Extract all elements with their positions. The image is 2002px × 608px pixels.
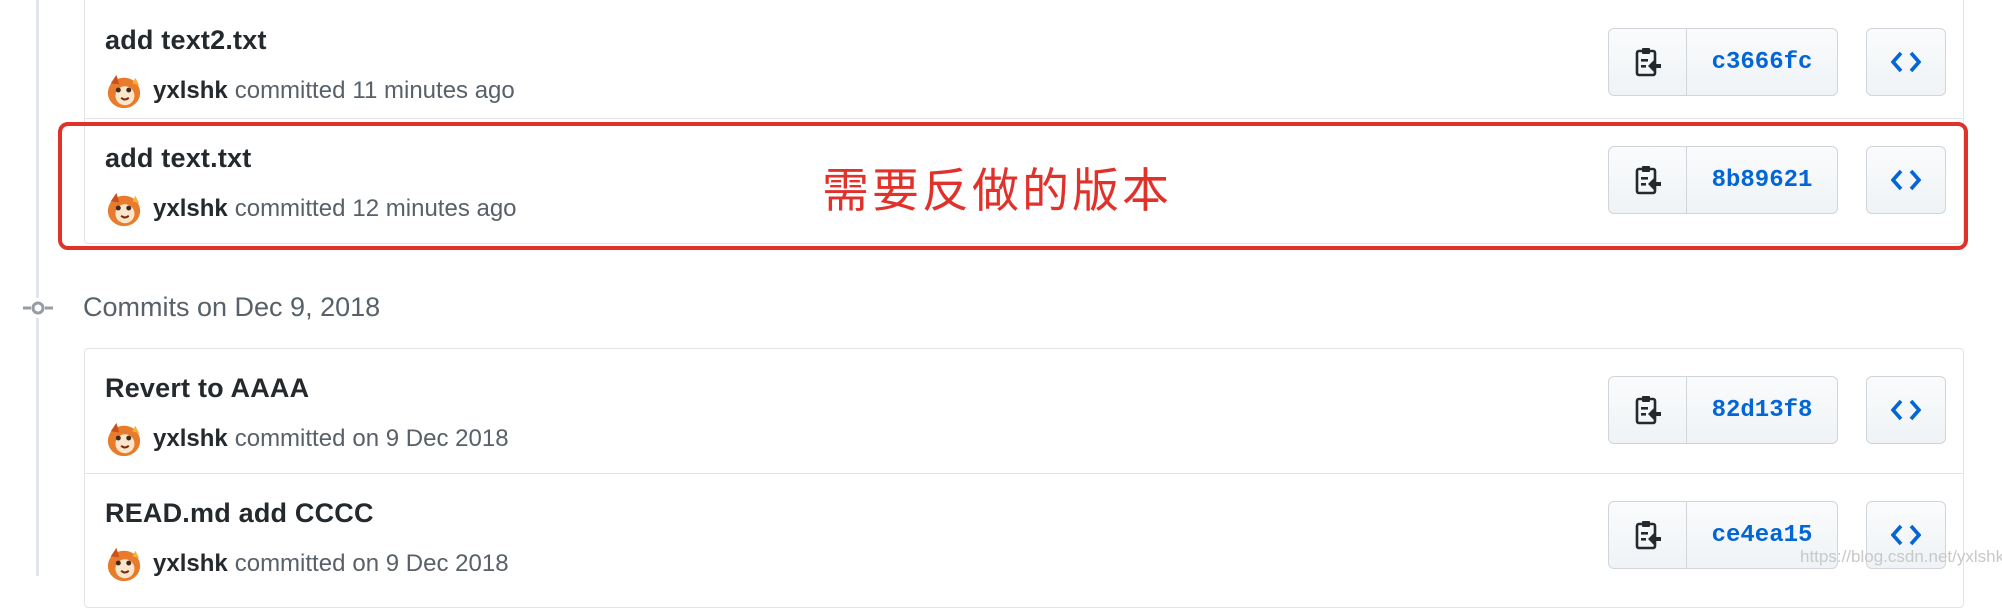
committed-text: committed (234, 195, 346, 222)
commit-sha-button-group: 8b89621 (1608, 146, 1838, 214)
commit-message[interactable]: add text2.txt (105, 25, 267, 56)
watermark: https://blog.csdn.net/yxlshk (1800, 547, 2002, 566)
commit-meta: yxlshk committed 11 minutes ago (105, 71, 515, 111)
clipboard-icon (1635, 166, 1661, 195)
copy-sha-button[interactable] (1609, 147, 1687, 213)
avatar[interactable] (105, 190, 143, 228)
commit-sha-link[interactable]: 8b89621 (1687, 147, 1837, 213)
commit-time: on 9 Dec 2018 (352, 425, 509, 452)
committed-text: committed (234, 550, 346, 577)
browse-repo-button[interactable] (1866, 28, 1946, 96)
commit-message[interactable]: add text.txt (105, 143, 251, 174)
commit-message[interactable]: Revert to AAAA (105, 373, 309, 404)
commit-sha-button-group: c3666fc (1608, 28, 1838, 96)
commit-time: on 9 Dec 2018 (352, 550, 509, 577)
code-icon (1891, 399, 1921, 421)
code-icon (1891, 51, 1921, 73)
clipboard-icon (1635, 48, 1661, 77)
code-icon (1891, 524, 1921, 546)
commit-meta: yxlshk committed on 9 Dec 2018 (105, 419, 509, 459)
commit-author[interactable]: yxlshk (153, 77, 228, 105)
commit-sha-link[interactable]: c3666fc (1687, 29, 1837, 95)
avatar[interactable] (105, 72, 143, 110)
avatar[interactable] (105, 420, 143, 458)
committed-text: committed (234, 77, 346, 104)
commit-meta: yxlshk committed on 9 Dec 2018 (105, 544, 509, 584)
commit-time: 11 minutes ago (352, 77, 515, 104)
commit-row: Revert to AAAA yxlshk committed on 9 Dec… (85, 349, 1963, 473)
avatar[interactable] (105, 545, 143, 583)
commit-meta: yxlshk committed 12 minutes ago (105, 189, 517, 229)
commit-author[interactable]: yxlshk (153, 550, 228, 578)
commit-row: READ.md add CCCC yxlshk committed on 9 D… (85, 473, 1963, 597)
clipboard-icon (1635, 396, 1661, 425)
annotation-label: 需要反做的版本 (822, 164, 1172, 219)
commit-sha-link[interactable]: 82d13f8 (1687, 377, 1837, 443)
copy-sha-button[interactable] (1609, 377, 1687, 443)
browse-repo-button[interactable] (1866, 376, 1946, 444)
timeline-line (36, 0, 39, 576)
browse-repo-button[interactable] (1866, 146, 1946, 214)
commit-author[interactable]: yxlshk (153, 195, 228, 223)
commit-sha-button-group: 82d13f8 (1608, 376, 1838, 444)
clipboard-icon (1635, 521, 1661, 550)
code-icon (1891, 169, 1921, 191)
git-commit-icon (22, 298, 54, 318)
commit-time: 12 minutes ago (352, 195, 517, 222)
commit-row: add text2.txt yxlshk committed 11 minute… (85, 1, 1963, 125)
commit-message[interactable]: READ.md add CCCC (105, 498, 374, 529)
commit-author[interactable]: yxlshk (153, 425, 228, 453)
commit-group: Revert to AAAA yxlshk committed on 9 Dec… (84, 348, 1964, 608)
copy-sha-button[interactable] (1609, 502, 1687, 568)
committed-text: committed (234, 425, 346, 452)
commits-date-heading: Commits on Dec 9, 2018 (83, 292, 381, 322)
copy-sha-button[interactable] (1609, 29, 1687, 95)
